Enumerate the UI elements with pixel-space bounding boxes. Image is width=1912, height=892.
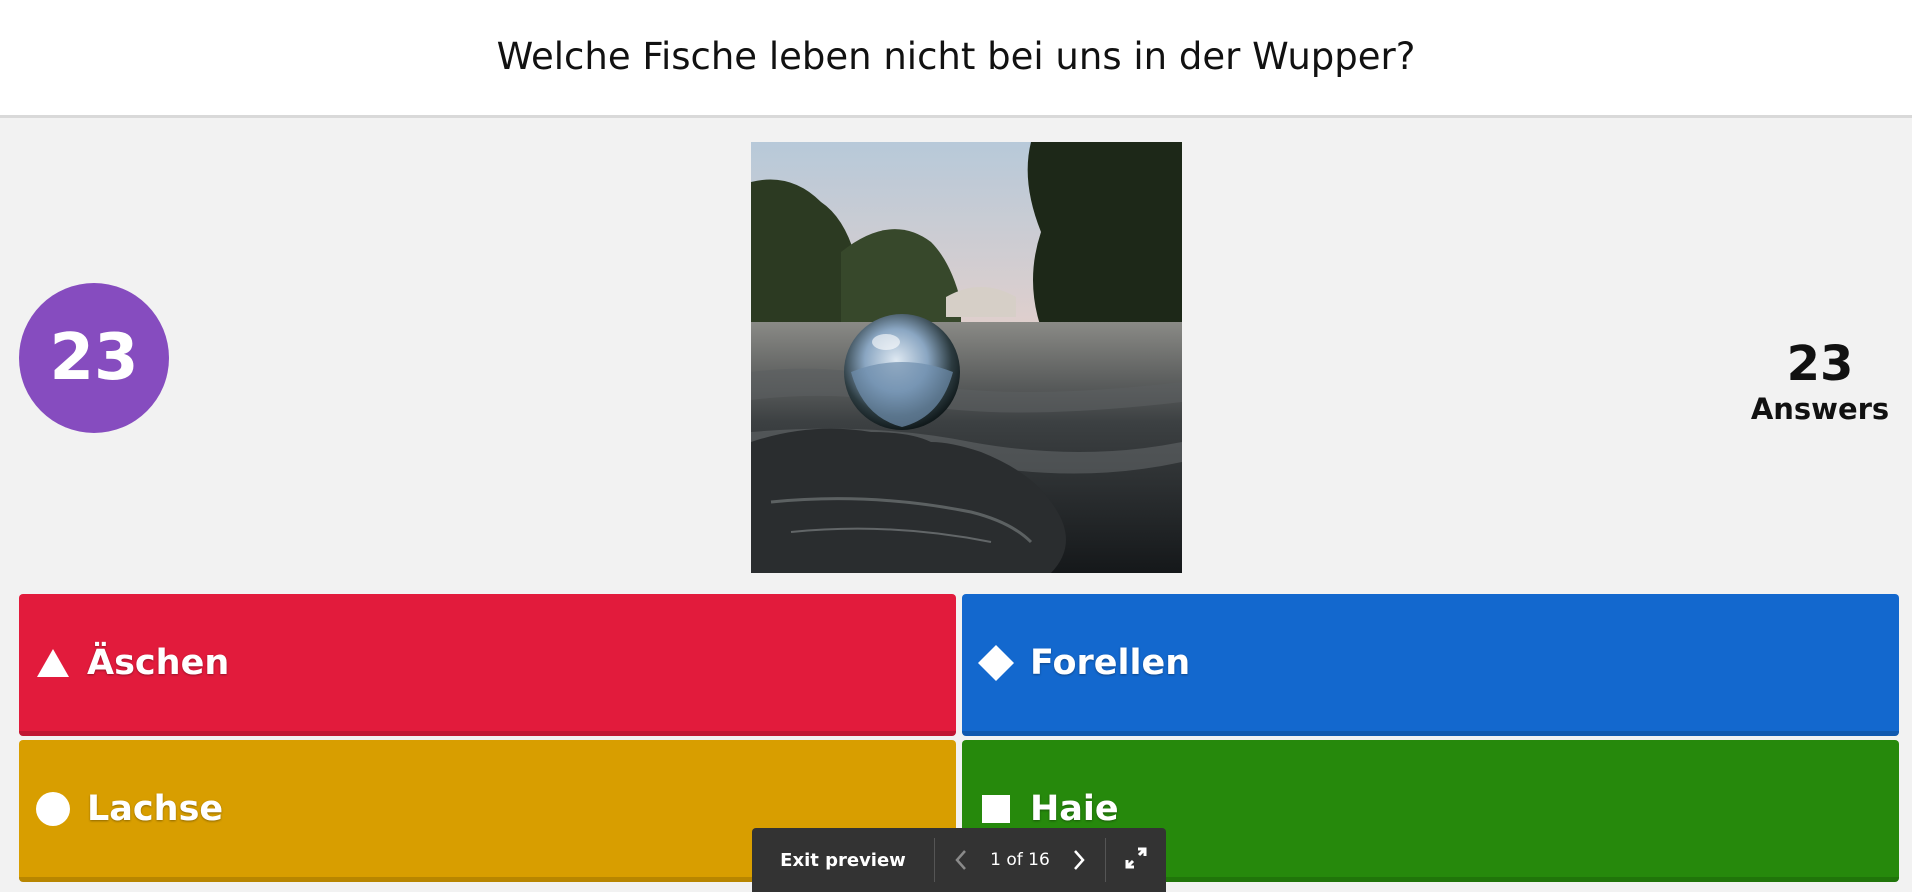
answer-option-1[interactable]: Äschen [19,594,956,736]
answer-option-2[interactable]: Forellen [962,594,1899,736]
fullscreen-button[interactable] [1106,828,1166,892]
answers-count-label: Answers [1750,392,1890,426]
answer-label: Haie [1030,788,1119,829]
square-icon [976,789,1016,829]
answer-label: Lachse [87,788,224,829]
river-photo-icon [751,142,1182,573]
answer-label: Forellen [1030,642,1191,683]
countdown-timer: 23 [19,283,169,433]
fullscreen-icon [1124,846,1148,874]
diamond-icon [976,643,1016,683]
question-header: Welche Fische leben nicht bei uns in der… [0,0,1912,118]
answer-label: Äschen [87,642,230,683]
timer-value: 23 [49,321,139,395]
chevron-left-icon[interactable] [949,848,973,872]
triangle-icon [33,643,73,683]
chevron-right-icon[interactable] [1067,848,1091,872]
question-image [751,142,1182,573]
exit-preview-button[interactable]: Exit preview [752,828,934,892]
preview-toolbar: Exit preview 1 of 16 [752,828,1166,892]
question-title: Welche Fische leben nicht bei uns in der… [496,35,1416,78]
circle-icon [33,789,73,829]
page-indicator: 1 of 16 [990,850,1050,870]
answers-counter: 23 Answers [1740,336,1900,426]
answers-count-number: 23 [1786,336,1854,392]
slide-navigation: 1 of 16 [935,848,1105,872]
